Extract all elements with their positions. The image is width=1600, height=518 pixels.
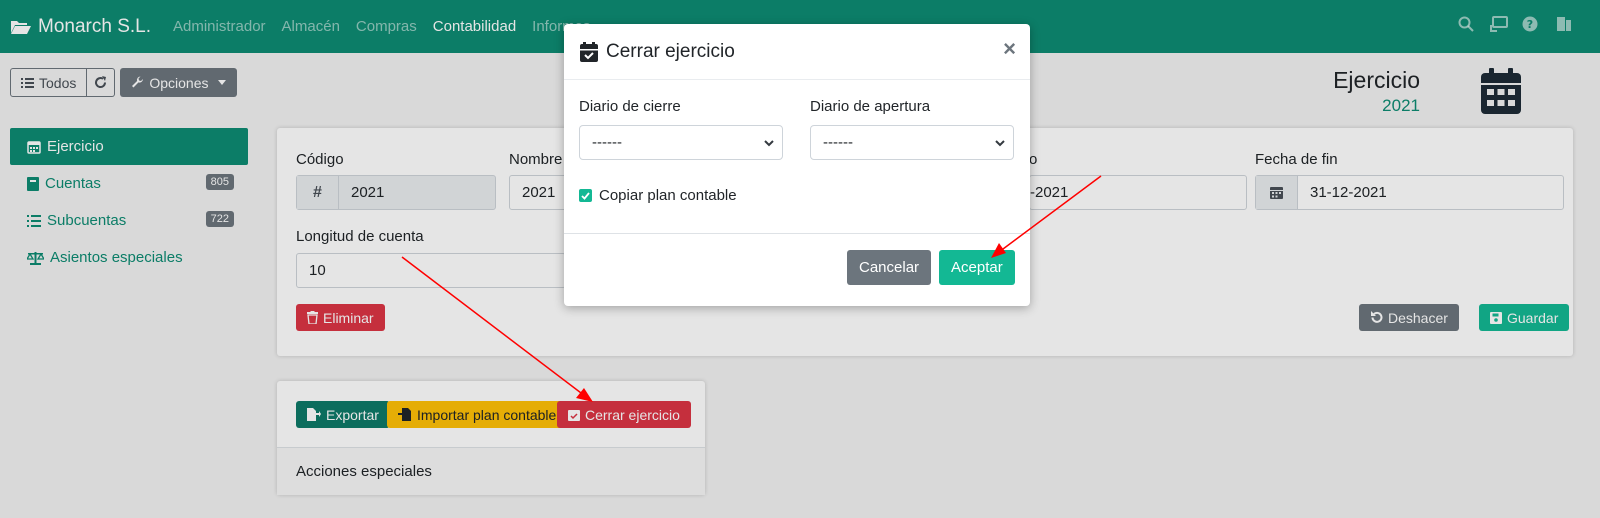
modal-title: Cerrar ejercicio <box>606 40 735 62</box>
chevron-down-icon <box>764 140 774 147</box>
diario-apertura-label: Diario de apertura <box>810 98 931 115</box>
diario-cierre-label: Diario de cierre <box>579 98 681 115</box>
cancel-button[interactable]: Cancelar <box>847 250 932 285</box>
accept-button[interactable]: Aceptar <box>939 250 1015 285</box>
copy-plan-checkbox[interactable] <box>579 189 592 202</box>
modal-body: Diario de cierre ------ Diario de apertu… <box>564 80 1030 234</box>
copy-plan-checkbox-row[interactable]: Copiar plan contable <box>579 187 737 204</box>
modal-footer: Cancelar Aceptar <box>564 234 1030 306</box>
close-icon[interactable]: × <box>1003 38 1016 60</box>
chevron-down-icon <box>995 140 1005 147</box>
diario-cierre-select[interactable]: ------ <box>579 125 783 160</box>
diario-apertura-select[interactable]: ------ <box>810 125 1014 160</box>
copy-plan-label: Copiar plan contable <box>599 187 737 204</box>
close-year-modal: Cerrar ejercicio × Diario de cierre ----… <box>564 24 1030 306</box>
check-icon <box>581 191 590 200</box>
calendar-check-icon <box>580 41 598 62</box>
modal-header: Cerrar ejercicio × <box>564 24 1030 80</box>
